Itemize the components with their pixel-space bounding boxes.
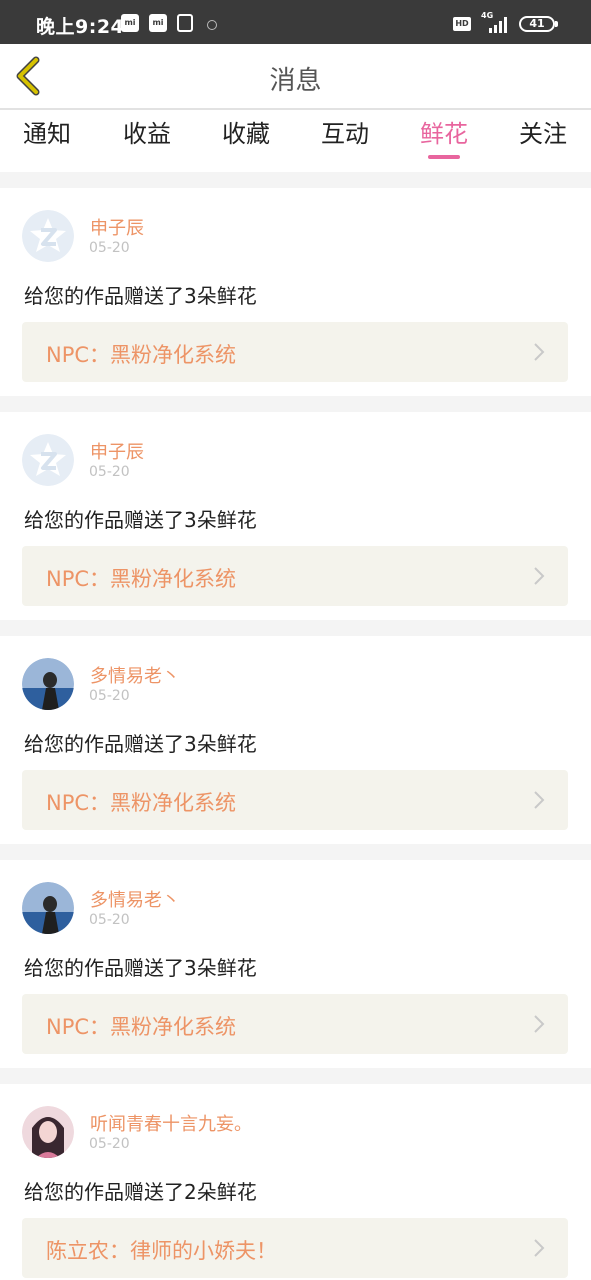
- notification-card: 多情易老丶 05-20 给您的作品赠送了3朵鲜花 NPC：黑粉净化系统: [0, 860, 591, 1068]
- battery-icon: 41: [519, 16, 555, 32]
- message: 给您的作品赠送了3朵鲜花: [24, 956, 257, 980]
- tab-label: 收藏: [222, 120, 270, 148]
- hd-icon: HD: [453, 17, 471, 31]
- notification-card: 申子辰 05-20 给您的作品赠送了3朵鲜花 NPC：黑粉净化系统: [0, 188, 591, 396]
- page-title: 消息: [269, 66, 322, 96]
- mi-app-icon: mi: [121, 14, 139, 32]
- username[interactable]: 听闻青春十言九妄。: [90, 1110, 252, 1136]
- date: 05-20: [89, 464, 130, 480]
- chevron-right-icon: [534, 567, 545, 585]
- clipboard-icon: [177, 14, 193, 32]
- tab-favorites[interactable]: 收藏: [211, 110, 281, 172]
- chevron-right-icon: [534, 1015, 545, 1033]
- username[interactable]: 申子辰: [90, 214, 144, 240]
- work-link[interactable]: NPC：黑粉净化系统: [22, 770, 568, 830]
- avatar[interactable]: [22, 658, 74, 710]
- work-title: NPC：黑粉净化系统: [46, 567, 237, 591]
- user-photo-avatar: [22, 882, 74, 934]
- username[interactable]: 申子辰: [90, 438, 144, 464]
- date: 05-20: [89, 912, 130, 928]
- message: 给您的作品赠送了3朵鲜花: [24, 284, 257, 308]
- tab-notifications[interactable]: 通知: [12, 110, 82, 172]
- date: 05-20: [89, 1136, 130, 1152]
- work-link[interactable]: NPC：黑粉净化系统: [22, 994, 568, 1054]
- username[interactable]: 多情易老丶: [90, 886, 180, 912]
- qzone-avatar-icon: [22, 210, 74, 262]
- tab-label: 通知: [23, 120, 71, 148]
- battery-tip: [555, 21, 558, 27]
- avatar[interactable]: [22, 1106, 74, 1158]
- user-photo-avatar: [22, 1106, 74, 1158]
- chevron-right-icon: [534, 1239, 545, 1257]
- status-time: 晚上9:24: [36, 16, 125, 38]
- chevron-right-icon: [534, 343, 545, 361]
- notification-card: 听闻青春十言九妄。 05-20 给您的作品赠送了2朵鲜花 陈立农：律师的小娇夫！: [0, 1084, 591, 1280]
- notification-card: 申子辰 05-20 给您的作品赠送了3朵鲜花 NPC：黑粉净化系统: [0, 412, 591, 620]
- date: 05-20: [89, 688, 130, 704]
- message: 给您的作品赠送了3朵鲜花: [24, 508, 257, 532]
- tab-label: 鲜花: [420, 120, 468, 148]
- mi-app-icon: mi: [149, 14, 167, 32]
- message: 给您的作品赠送了3朵鲜花: [24, 732, 257, 756]
- work-link[interactable]: NPC：黑粉净化系统: [22, 322, 568, 382]
- notification-card: 多情易老丶 05-20 给您的作品赠送了3朵鲜花 NPC：黑粉净化系统: [0, 636, 591, 844]
- signal-icon: [489, 17, 507, 33]
- tab-flowers[interactable]: 鲜花: [409, 110, 479, 172]
- avatar[interactable]: [22, 434, 74, 486]
- avatar[interactable]: [22, 210, 74, 262]
- status-bar: 晚上9:24 mi mi HD 4G 41: [0, 0, 591, 44]
- username[interactable]: 多情易老丶: [90, 662, 180, 688]
- tab-label: 收益: [123, 120, 171, 148]
- qzone-avatar-icon: [22, 434, 74, 486]
- tab-label: 互动: [321, 120, 369, 148]
- date: 05-20: [89, 240, 130, 256]
- work-title: 陈立农：律师的小娇夫！: [46, 1239, 277, 1263]
- tab-follows[interactable]: 关注: [508, 110, 578, 172]
- notification-dot-icon: [207, 20, 217, 30]
- work-title: NPC：黑粉净化系统: [46, 791, 237, 815]
- avatar[interactable]: [22, 882, 74, 934]
- title-bar: 消息: [0, 44, 591, 108]
- work-title: NPC：黑粉净化系统: [46, 343, 237, 367]
- user-photo-avatar: [22, 658, 74, 710]
- message: 给您的作品赠送了2朵鲜花: [24, 1180, 257, 1204]
- tab-earnings[interactable]: 收益: [112, 110, 182, 172]
- work-link[interactable]: 陈立农：律师的小娇夫！: [22, 1218, 568, 1278]
- tab-interactions[interactable]: 互动: [310, 110, 380, 172]
- tab-label: 关注: [519, 120, 567, 148]
- tab-bar: 通知 收益 收藏 互动 鲜花 关注: [0, 110, 591, 172]
- active-tab-indicator: [428, 155, 460, 159]
- chevron-right-icon: [534, 791, 545, 809]
- work-title: NPC：黑粉净化系统: [46, 1015, 237, 1039]
- work-link[interactable]: NPC：黑粉净化系统: [22, 546, 568, 606]
